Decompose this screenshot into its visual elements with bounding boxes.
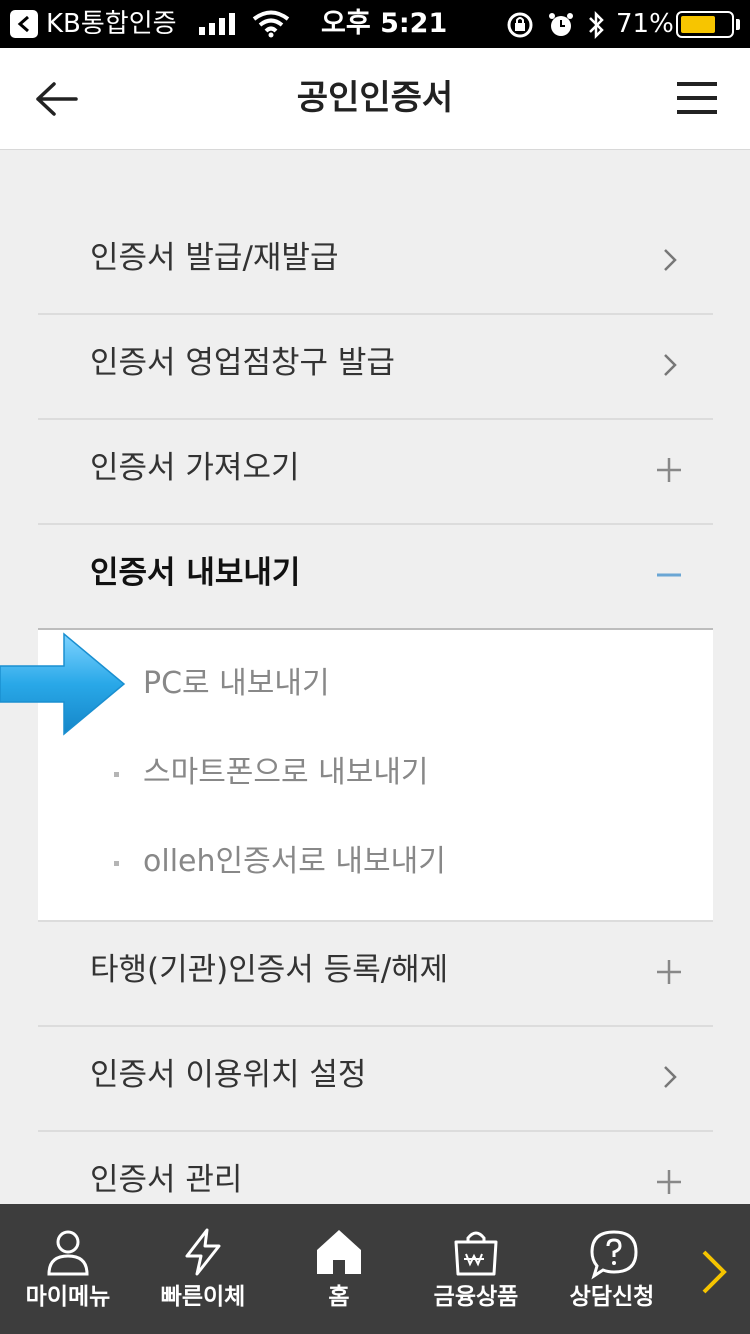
submenu-item-label: olleh인증서로 내보내기 bbox=[143, 844, 446, 879]
bullet bbox=[114, 772, 119, 777]
status-app-name: KB통합인증 bbox=[46, 9, 177, 39]
hamburger-menu-icon[interactable] bbox=[677, 82, 717, 114]
chevron-right-icon bbox=[664, 354, 677, 376]
menu-item-label: 인증서 이용위치 설정 bbox=[90, 1057, 367, 1093]
shopping-bag-icon bbox=[454, 1231, 498, 1276]
plus-icon bbox=[657, 960, 681, 984]
menu-item-label: 인증서 가져오기 bbox=[90, 450, 300, 486]
chevron-right-icon bbox=[664, 1066, 677, 1088]
chevron-right-icon bbox=[664, 249, 677, 271]
submenu-item-export-olleh[interactable]: olleh인증서로 내보내기 bbox=[38, 838, 713, 888]
nav-label: 상담신청 bbox=[569, 1284, 655, 1310]
pointer-arrow-icon bbox=[0, 632, 126, 736]
plus-icon bbox=[657, 1170, 681, 1194]
nav-quick-transfer[interactable]: 빠른이체 bbox=[143, 1204, 263, 1334]
rotation-lock-icon bbox=[507, 12, 533, 38]
menu-item-issue[interactable]: 인증서 발급/재발급 bbox=[38, 210, 713, 315]
nav-label: 홈 bbox=[328, 1284, 350, 1310]
alarm-icon bbox=[549, 13, 573, 36]
menu-item-export[interactable]: 인증서 내보내기 bbox=[38, 525, 713, 630]
bluetooth-icon bbox=[589, 10, 604, 40]
app-header: 공인인증서 bbox=[0, 48, 750, 150]
person-icon bbox=[47, 1230, 89, 1276]
nav-my-menu[interactable]: 마이메뉴 bbox=[8, 1204, 128, 1334]
page-title: 공인인증서 bbox=[296, 78, 454, 118]
question-bubble-icon bbox=[590, 1230, 638, 1280]
nav-label: 빠른이체 bbox=[160, 1284, 246, 1310]
signal-icon bbox=[199, 13, 235, 35]
submenu-item-export-smartphone[interactable]: 스마트폰으로 내보내기 bbox=[38, 749, 713, 799]
menu-item-other-bank[interactable]: 타행(기관)인증서 등록/해제 bbox=[38, 922, 713, 1027]
submenu-item-label: PC로 내보내기 bbox=[143, 666, 330, 701]
submenu-item-export-pc[interactable]: PC로 내보내기 bbox=[38, 660, 713, 710]
bottom-navigation: 마이메뉴 빠른이체 홈 금융상품 상담신청 bbox=[0, 1204, 750, 1334]
menu-item-branch-issue[interactable]: 인증서 영업점창구 발급 bbox=[38, 315, 713, 420]
chevron-right-icon[interactable] bbox=[696, 1248, 732, 1296]
battery-percent: 71% bbox=[616, 9, 674, 39]
bullet bbox=[114, 861, 119, 866]
export-submenu: PC로 내보내기 스마트폰으로 내보내기 olleh인증서로 내보내기 bbox=[38, 630, 713, 922]
menu-item-label: 인증서 관리 bbox=[90, 1162, 243, 1198]
nav-home[interactable]: 홈 bbox=[279, 1204, 399, 1334]
plus-icon bbox=[657, 458, 681, 482]
status-time: 오후 5:21 bbox=[321, 8, 448, 39]
menu-item-label: 인증서 내보내기 bbox=[90, 555, 301, 591]
status-icons bbox=[507, 10, 604, 40]
minus-icon bbox=[657, 573, 681, 577]
battery-icon bbox=[676, 11, 734, 38]
wifi-icon bbox=[252, 10, 290, 38]
menu-item-label: 인증서 영업점창구 발급 bbox=[90, 345, 395, 381]
submenu-item-label: 스마트폰으로 내보내기 bbox=[143, 755, 429, 790]
nav-label: 금융상품 bbox=[433, 1284, 519, 1310]
menu-item-label: 타행(기관)인증서 등록/해제 bbox=[90, 952, 449, 988]
back-to-app-icon[interactable] bbox=[10, 10, 38, 38]
lightning-icon bbox=[185, 1228, 221, 1276]
nav-financial-products[interactable]: 금융상품 bbox=[416, 1204, 536, 1334]
battery-cap bbox=[736, 19, 740, 30]
menu-item-location-setting[interactable]: 인증서 이용위치 설정 bbox=[38, 1027, 713, 1132]
battery-fill bbox=[681, 16, 715, 33]
certificate-menu-list: 인증서 발급/재발급 인증서 영업점창구 발급 인증서 가져오기 인증서 내보내… bbox=[38, 210, 713, 1237]
home-icon bbox=[317, 1230, 361, 1274]
nav-label: 마이메뉴 bbox=[25, 1284, 111, 1310]
status-bar: KB통합인증 오후 5:21 71% bbox=[0, 0, 750, 48]
menu-item-import[interactable]: 인증서 가져오기 bbox=[38, 420, 713, 525]
menu-item-label: 인증서 발급/재발급 bbox=[90, 240, 339, 276]
nav-consultation[interactable]: 상담신청 bbox=[552, 1204, 672, 1334]
